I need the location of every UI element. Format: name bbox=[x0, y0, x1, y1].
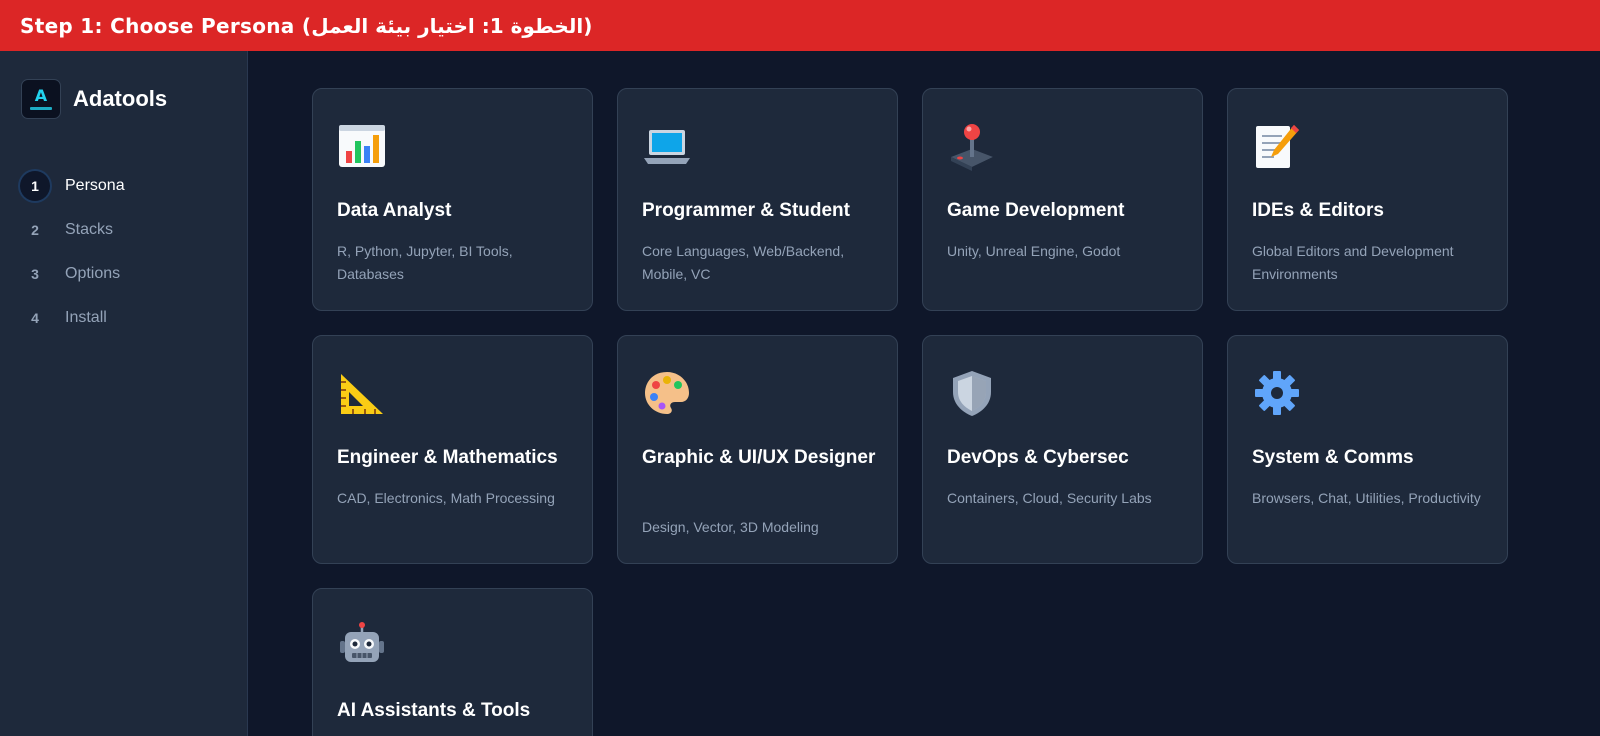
palette-icon bbox=[645, 372, 689, 414]
card-title: Graphic & UI/UX Designer bbox=[642, 447, 876, 468]
persona-card-ides-editors[interactable]: IDEs & Editors Global Editors and Develo… bbox=[1227, 88, 1508, 311]
step-banner: Step 1: Choose Persona (الخطوة 1: اختيار… bbox=[0, 0, 1600, 51]
triangle-ruler-icon bbox=[341, 374, 383, 414]
card-description: Design, Vector, 3D Modeling bbox=[642, 519, 819, 535]
brand-name: Adatools bbox=[73, 86, 168, 111]
joystick-icon bbox=[951, 124, 993, 171]
card-description: Containers, Cloud, Security Labs bbox=[947, 490, 1152, 506]
step-number: 1 bbox=[20, 171, 50, 201]
step-label: Options bbox=[65, 265, 121, 282]
persona-card-ai-assistants[interactable]: AI Assistants & Tools bbox=[312, 588, 593, 736]
persona-card-graphic-designer[interactable]: Graphic & UI/UX Designer Design, Vector,… bbox=[617, 335, 898, 564]
card-description: Unity, Unreal Engine, Godot bbox=[947, 243, 1121, 259]
step-stacks[interactable]: 2 Stacks bbox=[20, 208, 125, 252]
persona-card-programmer-student[interactable]: Programmer & Student Core Languages, Web… bbox=[617, 88, 898, 311]
step-options[interactable]: 3 Options bbox=[20, 252, 125, 296]
step-number: 4 bbox=[31, 310, 39, 326]
card-description: Browsers, Chat, Utilities, Productivity bbox=[1252, 490, 1481, 506]
step-label: Install bbox=[65, 309, 107, 326]
step-label: Stacks bbox=[65, 221, 114, 238]
card-title: DevOps & Cybersec bbox=[947, 447, 1129, 468]
persona-card-system-comms[interactable]: System & Comms Browsers, Chat, Utilities… bbox=[1227, 335, 1508, 564]
steps-nav: 1 Persona 2 Stacks 3 Options 4 Install bbox=[20, 164, 125, 340]
shield-icon bbox=[953, 371, 991, 416]
card-description: CAD, Electronics, Math Processing bbox=[337, 490, 555, 506]
card-title: Programmer & Student bbox=[642, 200, 850, 221]
sidebar: A Adatools 1 Persona 2 Stacks 3 Options … bbox=[0, 51, 248, 736]
step-label: Persona bbox=[65, 177, 125, 194]
card-title: Game Development bbox=[947, 200, 1125, 221]
step-install[interactable]: 4 Install bbox=[20, 296, 125, 340]
persona-card-data-analyst[interactable]: Data Analyst R, Python, Jupyter, BI Tool… bbox=[312, 88, 593, 311]
step-persona[interactable]: 1 Persona bbox=[20, 164, 125, 208]
gear-icon bbox=[1255, 371, 1299, 415]
card-title: Engineer & Mathematics bbox=[337, 447, 558, 468]
persona-card-devops-cybersec[interactable]: DevOps & Cybersec Containers, Cloud, Sec… bbox=[922, 335, 1203, 564]
step-number: 2 bbox=[31, 222, 39, 238]
card-title: Data Analyst bbox=[337, 200, 452, 221]
brand: A Adatools bbox=[21, 79, 167, 119]
persona-card-engineer-mathematics[interactable]: Engineer & Mathematics CAD, Electronics,… bbox=[312, 335, 593, 564]
card-title: AI Assistants & Tools bbox=[337, 700, 531, 721]
bar-chart-icon bbox=[339, 125, 385, 167]
memo-icon bbox=[1256, 125, 1299, 168]
card-description: Global Editors and Development Environme… bbox=[1252, 243, 1454, 282]
persona-card-game-development[interactable]: Game Development Unity, Unreal Engine, G… bbox=[922, 88, 1203, 311]
card-title: IDEs & Editors bbox=[1252, 200, 1384, 221]
logo-icon: A bbox=[21, 79, 61, 119]
robot-icon bbox=[340, 622, 384, 662]
card-description: R, Python, Jupyter, BI Tools, Databases bbox=[337, 243, 513, 282]
card-description: Core Languages, Web/Backend, Mobile, VC bbox=[642, 243, 845, 282]
card-title: System & Comms bbox=[1252, 447, 1414, 468]
laptop-icon bbox=[644, 130, 690, 164]
step-number: 3 bbox=[31, 266, 39, 282]
